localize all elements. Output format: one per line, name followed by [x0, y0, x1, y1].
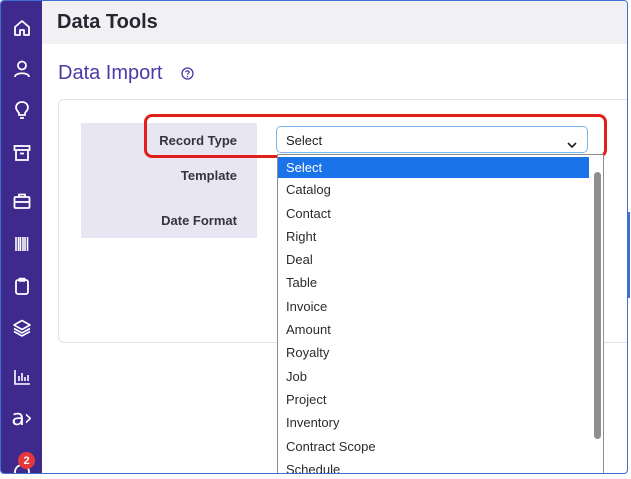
dropdown-option-inventory[interactable]: Inventory [278, 412, 589, 434]
page-title: Data Tools [57, 11, 158, 33]
archive-icon[interactable] [1, 138, 42, 168]
dropdown-scrollbar-thumb[interactable] [594, 172, 601, 439]
date-format-label: Date Format [161, 213, 237, 228]
template-label: Template [180, 168, 237, 183]
dropdown-option-right[interactable]: Right [278, 226, 589, 248]
notification-badge: 2 [18, 452, 35, 469]
lightbulb-icon[interactable] [1, 95, 42, 125]
section-title: Data Import [58, 62, 163, 84]
dropdown-option-table[interactable]: Table [278, 272, 589, 294]
dropdown-option-project[interactable]: Project [278, 389, 589, 411]
dropdown-option-amount[interactable]: Amount [278, 319, 589, 341]
clipboard-icon[interactable] [1, 271, 42, 301]
record-type-dropdown-list[interactable]: Select Catalog Contact Right Deal Table … [277, 154, 604, 473]
barcode-icon[interactable] [1, 229, 42, 259]
dropdown-option-deal[interactable]: Deal [278, 249, 589, 271]
dropdown-option-invoice[interactable]: Invoice [278, 296, 589, 318]
help-icon[interactable] [181, 67, 194, 85]
sidebar: a› 2 [1, 1, 42, 473]
dropdown-option-royalty[interactable]: Royalty [278, 342, 589, 364]
dropdown-option-schedule[interactable]: Schedule [278, 459, 589, 473]
briefcase-icon[interactable] [1, 186, 42, 216]
layers-icon[interactable] [1, 313, 42, 343]
app-window: a› 2 Data Tools Data Import Record Type … [0, 0, 628, 474]
record-type-highlight [144, 114, 607, 158]
window-edge-accent [628, 212, 630, 298]
dropdown-option-contract-scope[interactable]: Contract Scope [278, 436, 589, 458]
brand-logo[interactable]: a› [1, 404, 42, 434]
dropdown-option-catalog[interactable]: Catalog [278, 179, 589, 201]
bar-chart-icon[interactable] [1, 362, 42, 392]
brand-logo-text: a› [11, 406, 32, 431]
top-bar: Data Tools [42, 1, 627, 44]
dropdown-option-select[interactable]: Select [278, 157, 589, 178]
home-icon[interactable] [1, 13, 42, 43]
dropdown-option-job[interactable]: Job [278, 366, 589, 388]
user-icon[interactable] [1, 54, 42, 84]
dropdown-option-contact[interactable]: Contact [278, 203, 589, 225]
